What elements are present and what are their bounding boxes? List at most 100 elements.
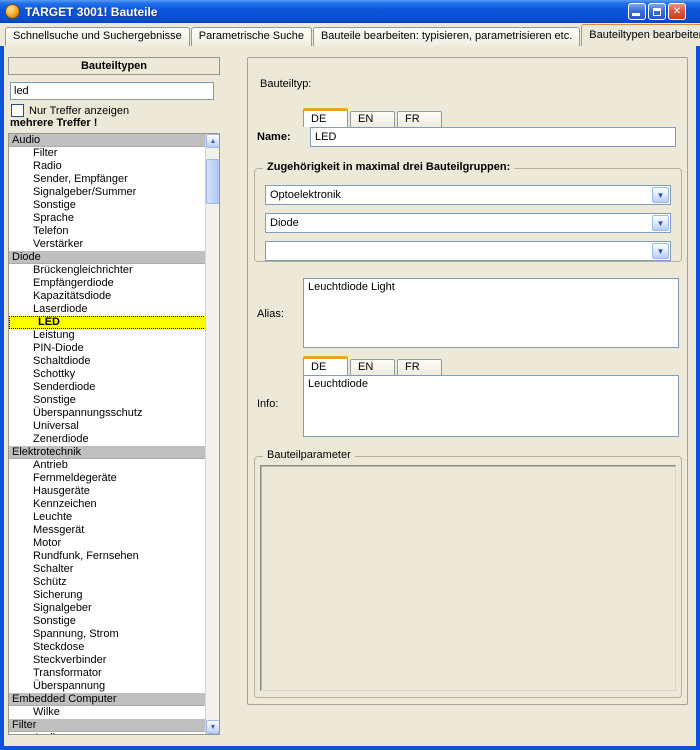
tree-item-rundfunk-fernsehen[interactable]: Rundfunk, Fernsehen: [9, 550, 206, 563]
app-window: TARGET 3001! Bauteile ✕ Schnellsuche und…: [0, 0, 700, 750]
tree-item-empfängerdiode[interactable]: Empfängerdiode: [9, 277, 206, 290]
bauteilparameter-group-title: Bauteilparameter: [263, 449, 355, 461]
tree-item-sender-empfänger[interactable]: Sender, Empfänger: [9, 173, 206, 186]
tree-item-leuchte[interactable]: Leuchte: [9, 511, 206, 524]
tree-item-led[interactable]: LED: [9, 316, 206, 329]
tab-schnellsuche-und-suchergebnisse[interactable]: Schnellsuche und Suchergebnisse: [5, 27, 190, 46]
tree-item-sonstige[interactable]: Sonstige: [9, 615, 206, 628]
bauteilparameter-groupbox: Bauteilparameter: [254, 456, 682, 698]
tab-bauteile-bearbeiten-typisieren-parametrisieren-etc[interactable]: Bauteile bearbeiten: typisieren, paramet…: [313, 27, 580, 46]
tree-item-sicherung[interactable]: Sicherung: [9, 589, 206, 602]
tree-item-senderdiode[interactable]: Senderdiode: [9, 381, 206, 394]
lang-tab-fr[interactable]: FR: [397, 111, 442, 127]
tree-item-kapazitätsdiode[interactable]: Kapazitätsdiode: [9, 290, 206, 303]
tab-bauteiltypen-bearbeiten[interactable]: Bauteiltypen bearbeiten: [581, 24, 700, 46]
tree-item-telefon[interactable]: Telefon: [9, 225, 206, 238]
tree-category-audio[interactable]: Audio: [9, 134, 206, 147]
bauteiltypen-list: AudioFilterRadioSender, EmpfängerSignalg…: [8, 133, 220, 735]
tree-item-spannung-strom[interactable]: Spannung, Strom: [9, 628, 206, 641]
minimize-button[interactable]: [628, 3, 646, 20]
maximize-icon: [653, 8, 661, 16]
tree-rows: AudioFilterRadioSender, EmpfängerSignalg…: [9, 134, 206, 735]
chevron-down-icon[interactable]: ▼: [652, 215, 669, 231]
tree-item-brückengleichrichter[interactable]: Brückengleichrichter: [9, 264, 206, 277]
tree-item-steckverbinder[interactable]: Steckverbinder: [9, 654, 206, 667]
bauteilgruppe-select-1[interactable]: Optoelektronik▼: [265, 185, 671, 205]
tree-item-radio[interactable]: Radio: [9, 160, 206, 173]
close-button[interactable]: ✕: [668, 3, 686, 20]
name-label: Name:: [257, 131, 291, 143]
tree-item-schaltdiode[interactable]: Schaltdiode: [9, 355, 206, 368]
lang-tab-de[interactable]: DE: [303, 108, 348, 127]
alias-textarea[interactable]: Leuchtdiode Light: [303, 278, 679, 348]
tree-item-zenerdiode[interactable]: Zenerdiode: [9, 433, 206, 446]
bauteilgruppe-select-2[interactable]: Diode▼: [265, 213, 671, 233]
info-textarea[interactable]: Leuchtdiode: [303, 375, 679, 437]
bauteilgruppe-select-3[interactable]: ▼: [265, 241, 671, 261]
window-title: TARGET 3001! Bauteile: [25, 5, 628, 19]
tree-item-antrieb[interactable]: Antrieb: [9, 459, 206, 472]
scroll-up-icon[interactable]: ▲: [206, 134, 220, 148]
tree-item-kennzeichen[interactable]: Kennzeichen: [9, 498, 206, 511]
tree-item-überspannung[interactable]: Überspannung: [9, 680, 206, 693]
scrollbar-thumb[interactable]: [206, 159, 220, 204]
tree-item-schütz[interactable]: Schütz: [9, 576, 206, 589]
lang-tab-fr[interactable]: FR: [397, 359, 442, 375]
bauteilgruppen-groupbox: Zugehörigkeit in maximal drei Bauteilgru…: [254, 168, 682, 262]
tree-item-schalter[interactable]: Schalter: [9, 563, 206, 576]
lang-tab-en[interactable]: EN: [350, 111, 395, 127]
tree-item-sprache[interactable]: Sprache: [9, 212, 206, 225]
tree-item-hausgeräte[interactable]: Hausgeräte: [9, 485, 206, 498]
tree-item-wilke[interactable]: Wilke: [9, 706, 206, 719]
nur-treffer-checkbox[interactable]: [11, 104, 24, 117]
tree-item-steckdose[interactable]: Steckdose: [9, 641, 206, 654]
tree-item-motor[interactable]: Motor: [9, 537, 206, 550]
content-area: Bauteiltypen Nur Treffer anzeigen mehrer…: [4, 46, 696, 746]
alias-label: Alias:: [257, 308, 284, 320]
app-icon: [5, 4, 20, 19]
bauteiltyp-label: Bauteiltyp:: [260, 78, 311, 90]
tree-category-diode[interactable]: Diode: [9, 251, 206, 264]
maximize-button[interactable]: [648, 3, 666, 20]
window-controls: ✕: [628, 3, 686, 20]
tree-item-messgerät[interactable]: Messgerät: [9, 524, 206, 537]
tree-item-sonstige[interactable]: Sonstige: [9, 199, 206, 212]
tree-category-embedded-computer[interactable]: Embedded Computer: [9, 693, 206, 706]
hits-text: mehrere Treffer !: [10, 117, 97, 129]
bauteilparameter-area: [260, 465, 676, 691]
info-label: Info:: [257, 398, 278, 410]
tree-item-sonstige[interactable]: Sonstige: [9, 394, 206, 407]
tree-item-signalgeber[interactable]: Signalgeber: [9, 602, 206, 615]
tab-parametrische-suche[interactable]: Parametrische Suche: [191, 27, 312, 46]
tree-category-filter[interactable]: Filter: [9, 719, 206, 732]
tree-item-leistung[interactable]: Leistung: [9, 329, 206, 342]
tree-item-signalgeber-summer[interactable]: Signalgeber/Summer: [9, 186, 206, 199]
lang-tab-en[interactable]: EN: [350, 359, 395, 375]
titlebar: TARGET 3001! Bauteile ✕: [0, 0, 700, 23]
lang-tab-de[interactable]: DE: [303, 356, 348, 375]
chevron-down-icon[interactable]: ▼: [652, 243, 669, 259]
tree-item-überspannungsschutz[interactable]: Überspannungsschutz: [9, 407, 206, 420]
search-input[interactable]: [10, 82, 214, 100]
nur-treffer-label: Nur Treffer anzeigen: [29, 105, 129, 117]
tree-item-audio[interactable]: Audio: [9, 732, 206, 735]
tree-item-laserdiode[interactable]: Laserdiode: [9, 303, 206, 316]
select-value: Diode: [266, 217, 651, 229]
close-icon: ✕: [673, 7, 681, 17]
select-value: Optoelektronik: [266, 189, 651, 201]
tree-item-transformator[interactable]: Transformator: [9, 667, 206, 680]
tree-category-elektrotechnik[interactable]: Elektrotechnik: [9, 446, 206, 459]
tree-item-universal[interactable]: Universal: [9, 420, 206, 433]
chevron-down-icon[interactable]: ▼: [652, 187, 669, 203]
tree-item-pin-diode[interactable]: PIN-Diode: [9, 342, 206, 355]
tree-item-schottky[interactable]: Schottky: [9, 368, 206, 381]
bauteiltyp-panel: Bauteiltyp: DEENFR Name: Zugehörigkeit i…: [247, 57, 688, 705]
name-input[interactable]: [310, 127, 676, 147]
tree-item-verstärker[interactable]: Verstärker: [9, 238, 206, 251]
tree-item-filter[interactable]: Filter: [9, 147, 206, 160]
scroll-down-icon[interactable]: ▼: [206, 720, 220, 734]
bauteilgruppen-group-title: Zugehörigkeit in maximal drei Bauteilgru…: [263, 161, 514, 173]
tree-item-fernmeldegeräte[interactable]: Fernmeldegeräte: [9, 472, 206, 485]
list-scrollbar[interactable]: ▲ ▼: [205, 134, 219, 734]
info-lang-tabs: DEENFR: [303, 356, 444, 375]
